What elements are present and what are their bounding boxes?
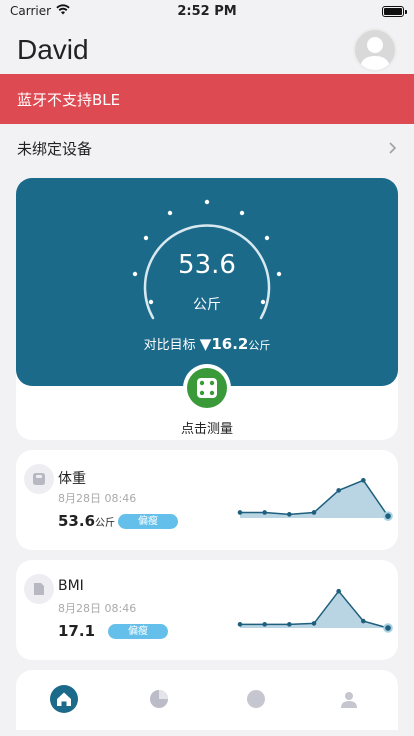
bmi-metric-card[interactable]: BMI 8月28日 08:46 17.1 偏瘦 [16, 560, 398, 660]
metric-date: 8月28日 08:46 [58, 492, 137, 505]
user-name: David [17, 34, 89, 65]
metric-title: 体重 [58, 471, 86, 487]
weight-icon [24, 464, 54, 494]
bmi-icon [24, 574, 54, 604]
weight-value: 53.6 [178, 250, 236, 280]
chevron-right-icon [389, 139, 397, 158]
scale-icon [187, 368, 227, 408]
sparkline-point [336, 488, 341, 493]
weight-metric-card[interactable]: 体重 8月28日 08:46 53.6公斤 偏瘦 [16, 450, 398, 550]
sparkline-point [237, 622, 243, 627]
status-bar: Carrier 2:52 PM [0, 0, 414, 22]
sparkline-point [311, 621, 317, 626]
metric-value: 17.1 [58, 622, 95, 640]
status-right [264, 5, 407, 17]
home-icon [50, 685, 78, 713]
compare-unit: 公斤 [248, 339, 271, 352]
sparkline-point [361, 477, 366, 483]
sparkline-point [361, 618, 366, 624]
battery-icon [382, 5, 407, 17]
sparkline-point [383, 511, 393, 521]
sparkline-point [287, 622, 292, 627]
sparkline-point [287, 512, 292, 517]
weight-gauge-panel: 53.6 公斤 对比目标 ▼16.2公斤 [16, 178, 398, 386]
metric-number: 17.1 [58, 622, 96, 640]
sparkline-point [237, 510, 243, 515]
header: David [0, 26, 414, 74]
status-badge: 偏瘦 [108, 624, 168, 639]
ble-warning-banner: 蓝牙不支持BLE [0, 74, 414, 124]
sparkline-point [383, 623, 393, 633]
metric-date: 8月28日 08:46 [58, 602, 137, 615]
profile-icon [341, 692, 357, 708]
device-label: 未绑定设备 [17, 139, 93, 158]
metric-value: 53.6公斤 [58, 512, 115, 530]
tab-home[interactable] [49, 684, 79, 714]
sparkline-point [311, 510, 317, 515]
status-badge: 偏瘦 [118, 514, 178, 529]
gauge-dial [132, 199, 282, 320]
weight-trend-sparkline [237, 477, 393, 521]
measure-label: 点击测量 [180, 422, 233, 437]
weight-unit: 公斤 [193, 297, 221, 313]
bmi-trend-sparkline [237, 588, 393, 633]
sparkline-point [262, 622, 267, 627]
sparkline-point [336, 588, 341, 594]
compare-target: 对比目标 ▼16.2公斤 [16, 334, 398, 353]
compare-value: 16.2 [211, 335, 249, 353]
pie-chart-icon [150, 690, 168, 708]
tab-profile[interactable] [334, 684, 364, 714]
metric-unit: 公斤 [95, 518, 116, 529]
carrier-label: Carrier [10, 4, 52, 18]
status-left: Carrier [10, 4, 150, 18]
compare-label: 对比目标 [143, 338, 196, 353]
trends-icon [247, 690, 265, 708]
metric-number: 53.6 [58, 512, 96, 530]
avatar[interactable] [353, 28, 397, 72]
metric-title: BMI [58, 578, 84, 594]
sparkline-point [262, 510, 267, 515]
device-row[interactable]: 未绑定设备 [0, 124, 414, 172]
tab-report[interactable] [144, 684, 174, 714]
status-time: 2:52 PM [177, 3, 237, 19]
tab-trends[interactable] [241, 684, 271, 714]
down-arrow-icon: ▼ [199, 335, 212, 353]
wifi-icon [56, 4, 70, 18]
tab-bar [16, 670, 398, 730]
measure-card: 53.6 公斤 对比目标 ▼16.2公斤 点击测量 [16, 178, 398, 440]
ble-warning-text: 蓝牙不支持BLE [17, 90, 121, 109]
user-silhouette-icon [360, 37, 390, 70]
measure-button[interactable] [183, 364, 231, 412]
